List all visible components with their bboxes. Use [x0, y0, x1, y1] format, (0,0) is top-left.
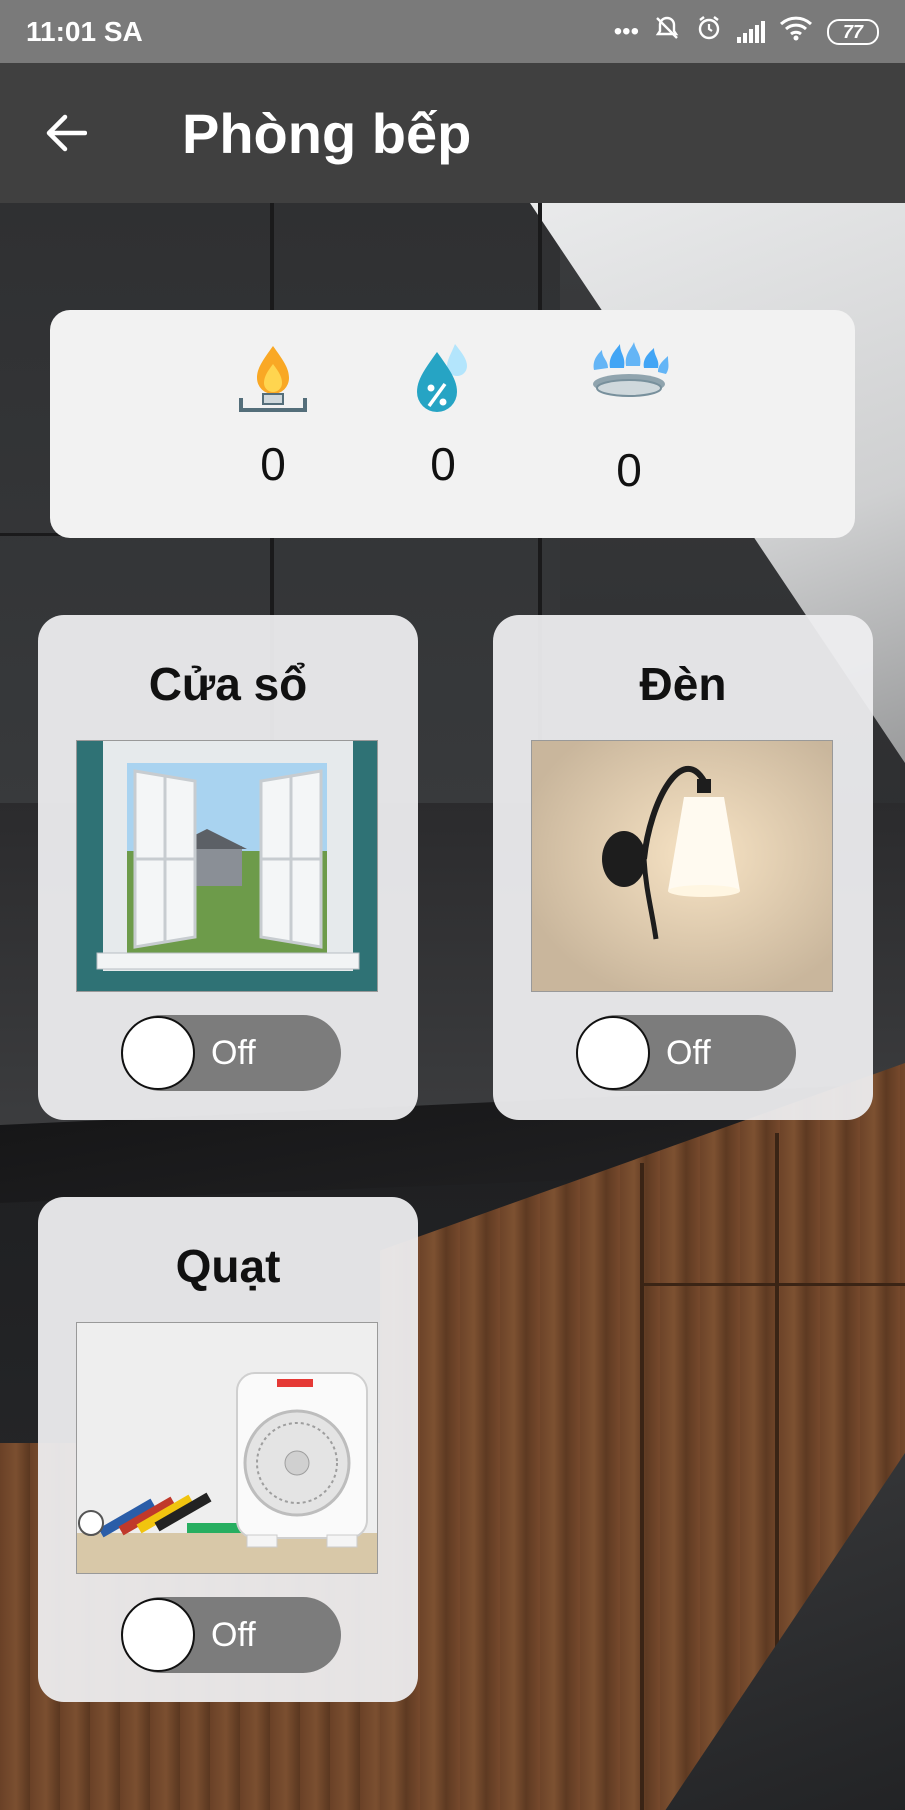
- toggle-knob: [576, 1016, 650, 1090]
- device-card-fan: Quạt Off: [38, 1197, 418, 1702]
- lamp-photo: [531, 740, 833, 992]
- device-card-lamp: Đèn Off: [493, 615, 873, 1120]
- device-name: Đèn: [639, 658, 727, 710]
- device-name: Cửa sổ: [148, 658, 308, 710]
- window-toggle[interactable]: Off: [121, 1015, 341, 1091]
- toggle-state: Off: [211, 1616, 256, 1654]
- toggle-state: Off: [666, 1034, 711, 1072]
- toggle-knob: [121, 1598, 195, 1672]
- signal-icon: [737, 20, 765, 43]
- battery-icon: 77: [827, 18, 879, 45]
- toggle-state: Off: [211, 1034, 256, 1072]
- fan-photo: [76, 1322, 378, 1574]
- stove-sensor: 0: [584, 340, 674, 497]
- more-notifications-icon: •••: [613, 17, 639, 45]
- humidity-sensor: 0: [398, 340, 488, 491]
- gas-value: 0: [260, 438, 286, 490]
- humidity-icon: [417, 344, 467, 412]
- stove-value: 0: [616, 444, 642, 496]
- humidity-value: 0: [430, 438, 456, 490]
- page-title: Phòng bếp: [182, 101, 472, 165]
- stove-flame-icon: [593, 342, 669, 397]
- wifi-icon: [779, 15, 813, 48]
- app-bar: Phòng bếp: [0, 63, 905, 203]
- gas-sensor: 0: [228, 340, 318, 491]
- sensor-panel: 0 0 0: [50, 310, 855, 538]
- alarm-icon: [695, 14, 723, 49]
- status-time: 11:01 SA: [26, 15, 143, 47]
- gas-icon: [239, 346, 307, 412]
- back-button[interactable]: [0, 63, 130, 203]
- device-card-window: Cửa sổ Off: [38, 615, 418, 1120]
- mute-bell-icon: [653, 14, 681, 49]
- arrow-left-icon: [46, 114, 87, 152]
- fan-toggle[interactable]: Off: [121, 1597, 341, 1673]
- lamp-toggle[interactable]: Off: [576, 1015, 796, 1091]
- status-bar: 11:01 SA ••• 77: [0, 0, 905, 63]
- toggle-knob: [121, 1016, 195, 1090]
- window-photo: [76, 740, 378, 992]
- device-name: Quạt: [175, 1240, 281, 1292]
